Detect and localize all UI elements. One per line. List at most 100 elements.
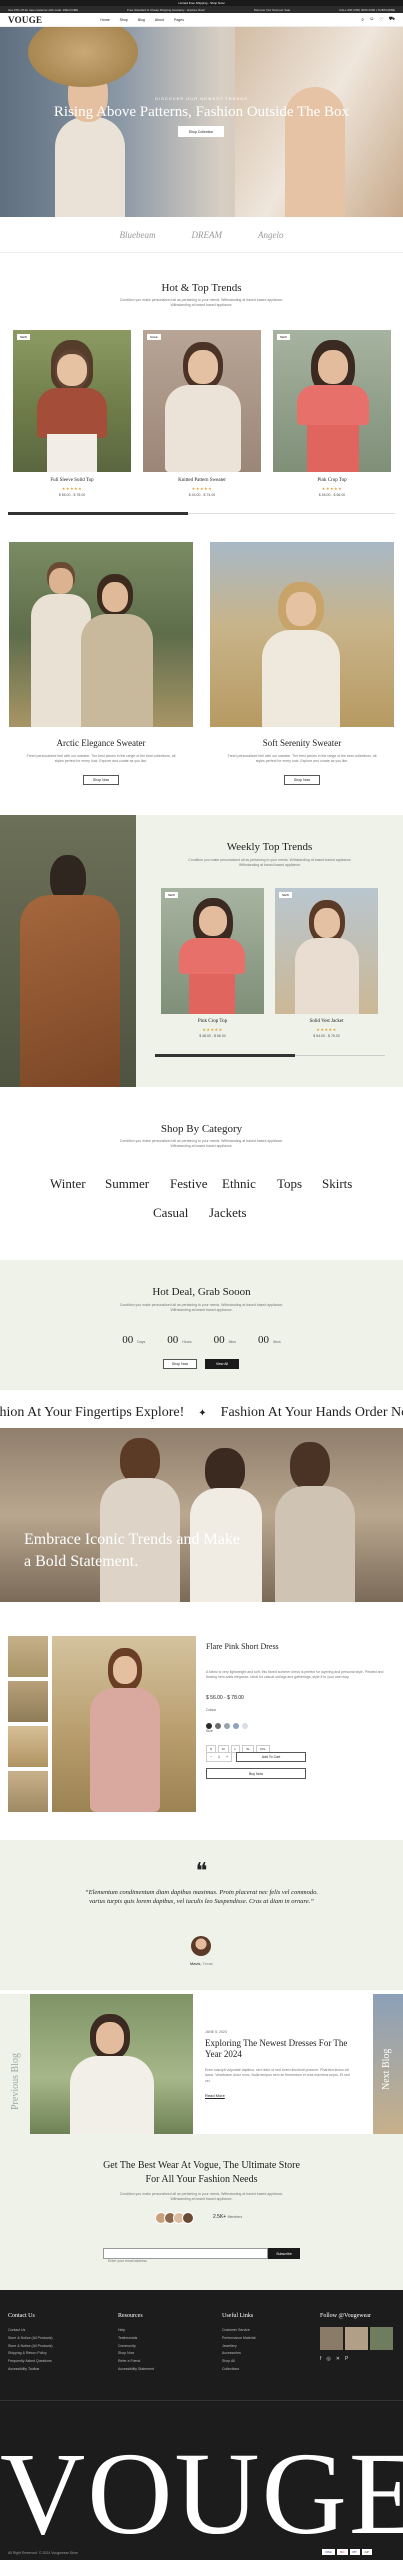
instagram-icon[interactable]: ◎ — [326, 2354, 330, 2365]
category-skirts[interactable]: Skirts — [322, 1176, 352, 1192]
category-winter[interactable]: Winter — [50, 1176, 86, 1192]
cart-icon[interactable]: ⛟ — [389, 17, 395, 23]
member-count: 2.5K+ Members — [213, 2214, 242, 2220]
footer-link[interactable]: Shop All — [222, 2358, 255, 2366]
facebook-icon[interactable]: f — [320, 2354, 321, 2365]
blog-image[interactable] — [30, 1994, 193, 2134]
footer-link[interactable]: Collections — [222, 2366, 255, 2374]
footer-link[interactable]: Community — [118, 2343, 154, 2351]
nav-item-blog[interactable]: Blog — [138, 18, 145, 22]
nav-item-pages[interactable]: Pages — [174, 18, 184, 22]
footer-link[interactable]: Accessories — [222, 2350, 255, 2358]
thumbnail[interactable] — [8, 1726, 48, 1767]
product-badge: SALE — [147, 334, 161, 340]
feature-title-2: Soft Serenity Sweater — [262, 738, 342, 748]
nav-item-about[interactable]: About — [155, 18, 164, 22]
footer-link[interactable]: Performance Material — [222, 2335, 255, 2343]
thumbnail-list — [8, 1636, 48, 1812]
category-jackets[interactable]: Jackets — [209, 1205, 247, 1221]
site-logo[interactable]: VOUGE — [8, 15, 42, 25]
footer-link[interactable]: Shipping & Return Policy — [8, 2350, 53, 2358]
feature-image-1[interactable] — [9, 542, 193, 727]
product-image[interactable]: NEW — [13, 330, 131, 472]
footer: Contact Us Contact Us Store & Notice (Al… — [0, 2290, 403, 2560]
product-image[interactable]: NEW — [273, 330, 391, 472]
blog-title[interactable]: Exploring The Newest Dresses For The Yea… — [205, 2038, 355, 2060]
announcement-strip: Get 15% off for new customer with code: … — [0, 6, 403, 13]
footer-link[interactable]: Testimonials — [118, 2335, 154, 2343]
nav-menu: Home Shop Blog About Pages — [100, 18, 184, 22]
footer-link[interactable]: Accessibility Statement — [118, 2366, 154, 2374]
colour-swatch[interactable] — [224, 1723, 230, 1729]
twitter-icon[interactable]: ✕ — [336, 2354, 340, 2365]
product-name[interactable]: Pink Crop Top — [273, 478, 391, 483]
product-name[interactable]: Solid Vest Jacket — [275, 1019, 378, 1024]
instagram-thumbnail[interactable] — [320, 2327, 343, 2351]
product-image[interactable]: SALE — [143, 330, 261, 472]
user-icon[interactable]: ☺ — [369, 17, 374, 23]
subscribe-button[interactable]: Subscribe — [268, 2248, 300, 2259]
quantity-value: 1 — [218, 1755, 220, 1759]
footer-link[interactable]: Contact Us — [8, 2327, 53, 2335]
footer-resources-title: Resources — [118, 2313, 143, 2319]
category-tops[interactable]: Tops — [277, 1176, 302, 1192]
footer-link[interactable]: Jewellery — [222, 2343, 255, 2351]
instagram-thumbnail[interactable] — [370, 2327, 393, 2351]
email-field[interactable] — [104, 2256, 267, 2266]
weekly-scrollbar[interactable] — [155, 1054, 295, 1057]
colour-swatch[interactable] — [215, 1723, 221, 1729]
pinterest-icon[interactable]: P — [345, 2354, 348, 2365]
colour-swatch[interactable] — [242, 1723, 248, 1729]
star-separator-icon: ✦ — [198, 1407, 207, 1419]
footer-link[interactable]: Store & Notice (All Products) — [8, 2343, 53, 2351]
announce-item-1[interactable]: Free Standard & Cheap Shipping Guaranty … — [127, 8, 205, 12]
blog-desc: Enim suscipit vulputate dapibus, sed dol… — [205, 2068, 350, 2083]
product-name[interactable]: Full Sleeve Solid Top — [13, 478, 131, 483]
footer-link[interactable]: Help — [118, 2327, 154, 2335]
feature-image-2[interactable] — [210, 542, 394, 727]
top-announcement-text: Limited Free Shipping - Shop Now! — [178, 1, 225, 5]
product-name[interactable]: Knitted Pattern Sweater — [143, 478, 261, 483]
next-blog-label[interactable]: Next Blog — [381, 2049, 392, 2090]
announce-item-2[interactable]: Discover Our Summer Sale — [254, 8, 291, 12]
thumbnail[interactable] — [8, 1771, 48, 1812]
footer-link[interactable]: Store & Notice (All Products) — [8, 2335, 53, 2343]
category-summer[interactable]: Summer — [105, 1176, 149, 1192]
nav-item-home[interactable]: Home — [100, 18, 109, 22]
product-badge: NEW — [17, 334, 30, 340]
thumbnail[interactable] — [8, 1681, 48, 1722]
thumbnail[interactable] — [8, 1636, 48, 1677]
product-image[interactable]: NEW — [275, 888, 378, 1014]
instagram-thumbnail[interactable] — [345, 2327, 368, 2351]
deal-shop-button[interactable]: Shop Now — [163, 1359, 197, 1369]
product-detail-image[interactable] — [52, 1636, 196, 1812]
heart-icon[interactable]: ♡ — [379, 17, 383, 23]
quantity-stepper[interactable]: − 1 + — [206, 1752, 232, 1762]
footer-link[interactable]: Refer a Friend — [118, 2358, 154, 2366]
add-to-cart-button[interactable]: Add To Cart — [236, 1752, 306, 1762]
category-casual[interactable]: Casual — [153, 1205, 188, 1221]
buy-now-button[interactable]: Buy Now — [206, 1768, 306, 1779]
footer-link[interactable]: Customer Service — [222, 2327, 255, 2335]
nav-item-shop[interactable]: Shop — [120, 18, 128, 22]
hero-shop-button[interactable]: Shop Collection — [178, 126, 224, 137]
category-ethnic[interactable]: Ethnic — [222, 1176, 256, 1192]
colour-swatch[interactable] — [233, 1723, 239, 1729]
feature-title-1: Arctic Elegance Sweater — [56, 738, 146, 748]
footer-link[interactable]: Accessibility Toolbar — [8, 2366, 53, 2374]
product-name[interactable]: Pink Crop Top — [161, 1019, 264, 1024]
footer-link[interactable]: Frequently Asked Questions — [8, 2358, 53, 2366]
carousel-scrollbar[interactable] — [8, 512, 188, 515]
product-image[interactable]: NEW — [161, 888, 264, 1014]
minus-icon[interactable]: − — [210, 1755, 212, 1759]
deal-view-all-button[interactable]: View All — [205, 1359, 239, 1369]
previous-blog-label[interactable]: Previous Blog — [10, 2053, 21, 2110]
feature-shop-button-2[interactable]: Shop Now — [284, 775, 320, 785]
blog-read-more-link[interactable]: Read More — [205, 2093, 225, 2098]
category-festive[interactable]: Festive — [170, 1176, 208, 1192]
search-icon[interactable]: ⌕ — [361, 17, 364, 23]
announce-item-3[interactable]: CALL 000 (000) 0000 0000 | SUBSCRIBE — [339, 8, 395, 12]
feature-shop-button-1[interactable]: Shop Now — [83, 775, 119, 785]
footer-link[interactable]: Shop Now — [118, 2350, 154, 2358]
plus-icon[interactable]: + — [226, 1755, 228, 1759]
